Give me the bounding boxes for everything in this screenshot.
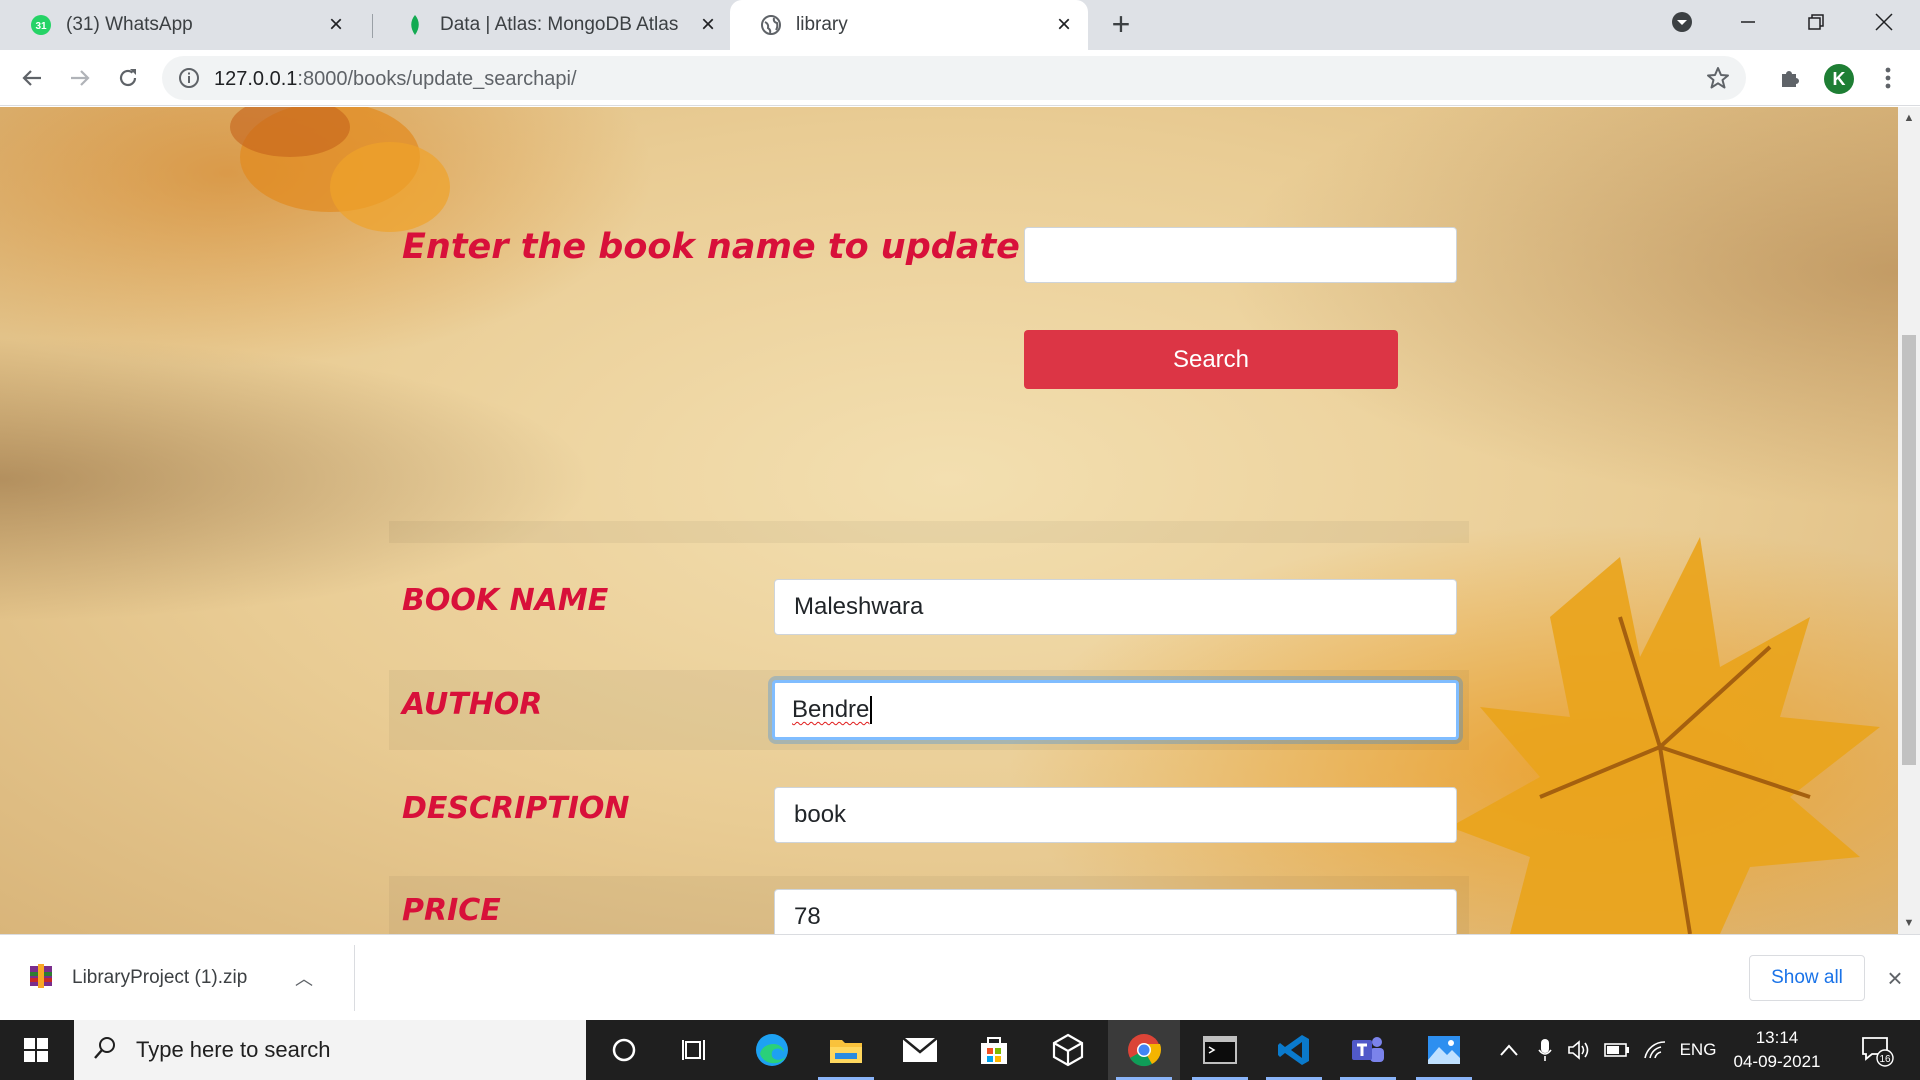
search-button[interactable]: Search	[1024, 330, 1398, 389]
tab-title: Data | Atlas: MongoDB Atlas	[440, 14, 679, 35]
download-separator	[354, 945, 355, 1011]
menu-kebab-icon[interactable]	[1870, 60, 1906, 96]
whatsapp-icon: 31	[30, 14, 52, 36]
close-window-icon[interactable]	[1854, 0, 1914, 44]
chrome-icon[interactable]	[1108, 1020, 1180, 1080]
description-input[interactable]: book	[774, 787, 1457, 843]
scrollbar-thumb[interactable]	[1902, 335, 1916, 765]
form-divider	[389, 521, 1469, 543]
taskbar-search-placeholder: Type here to search	[136, 1037, 331, 1062]
windows-taskbar: Type here to search ENG 13:14 04-09-2021…	[0, 1020, 1920, 1080]
tray-overflow-chevron-icon[interactable]	[1494, 1020, 1524, 1080]
browser-toolbar: 127.0.0.1:8000/books/update_searchapi/ K	[0, 50, 1920, 106]
volume-icon[interactable]	[1564, 1020, 1596, 1080]
windows-start-icon[interactable]	[0, 1020, 72, 1080]
vscode-icon[interactable]	[1258, 1020, 1330, 1080]
url-path: :8000/books/update_searchapi/	[297, 68, 577, 90]
price-input[interactable]: 78	[774, 889, 1457, 934]
taskbar-search-box[interactable]: Type here to search	[74, 1020, 586, 1080]
mongodb-leaf-icon	[404, 14, 426, 36]
edge-browser-icon[interactable]	[736, 1020, 808, 1080]
svg-text:31: 31	[35, 21, 47, 32]
tab-separator	[372, 14, 373, 38]
bookmark-star-icon[interactable]	[1706, 66, 1730, 95]
scroll-up-arrow-icon[interactable]: ▲	[1902, 111, 1916, 125]
description-label: DESCRIPTION	[402, 791, 630, 826]
forward-arrow-icon[interactable]	[62, 60, 98, 96]
chevron-up-icon[interactable]: ︿	[292, 965, 316, 991]
microsoft-store-icon[interactable]	[958, 1020, 1030, 1080]
close-download-shelf-icon[interactable]: ×	[1880, 963, 1910, 993]
book-name-input[interactable]: Maleshwara	[774, 579, 1457, 635]
page-viewport: Enter the book name to update Search BOO…	[0, 107, 1898, 934]
svg-text:16: 16	[1879, 1054, 1891, 1065]
url-host: 127.0.0.1	[214, 68, 298, 90]
photos-icon[interactable]	[1408, 1020, 1480, 1080]
clock-time: 13:14	[1755, 1028, 1799, 1047]
tab-strip: 31 (31) WhatsApp × Data | Atlas: MongoDB…	[0, 0, 1920, 50]
text-caret	[870, 696, 873, 724]
tab-close-icon[interactable]: ×	[1050, 11, 1078, 39]
minimize-icon[interactable]	[1718, 0, 1778, 44]
search-prompt-heading: Enter the book name to update	[402, 227, 1020, 267]
reload-icon[interactable]	[110, 60, 146, 96]
clock-date: 04-09-2021	[1733, 1052, 1821, 1071]
tab-whatsapp[interactable]: 31 (31) WhatsApp ×	[0, 0, 360, 50]
cube-app-icon[interactable]	[1032, 1020, 1104, 1080]
microphone-icon[interactable]	[1530, 1020, 1560, 1080]
book-name-search-input[interactable]	[1024, 227, 1457, 283]
file-explorer-icon[interactable]	[810, 1020, 882, 1080]
mail-icon[interactable]	[884, 1020, 956, 1080]
cortana-circle-icon[interactable]	[588, 1020, 660, 1080]
tab-search-icon[interactable]	[1652, 0, 1712, 44]
command-prompt-icon[interactable]	[1184, 1020, 1256, 1080]
site-info-icon[interactable]	[178, 67, 200, 94]
tab-title: library	[796, 14, 848, 35]
scroll-down-arrow-icon[interactable]: ▼	[1902, 916, 1916, 930]
download-shelf: LibraryProject (1).zip ︿ Show all ×	[0, 934, 1920, 1020]
system-clock[interactable]: 13:14 04-09-2021	[1722, 1026, 1832, 1074]
author-label: AUTHOR	[402, 687, 543, 722]
download-file-name: LibraryProject (1).zip	[72, 967, 248, 988]
tab-library[interactable]: library ×	[730, 0, 1088, 50]
tab-title: (31) WhatsApp	[66, 14, 193, 35]
back-arrow-icon[interactable]	[14, 60, 50, 96]
page-scrollbar[interactable]: ▲ ▼	[1898, 107, 1920, 934]
globe-icon	[760, 14, 782, 36]
author-value: Bendre	[792, 696, 870, 723]
task-view-icon[interactable]	[660, 1020, 732, 1080]
book-name-label: BOOK NAME	[402, 583, 609, 618]
author-input[interactable]: Bendre	[772, 680, 1459, 740]
tab-mongodb-atlas[interactable]: Data | Atlas: MongoDB Atlas ×	[374, 0, 732, 50]
extensions-puzzle-icon[interactable]	[1772, 60, 1808, 96]
address-bar[interactable]: 127.0.0.1:8000/books/update_searchapi/	[162, 56, 1746, 100]
winrar-archive-icon	[28, 963, 54, 994]
language-indicator[interactable]: ENG	[1676, 1020, 1720, 1080]
profile-avatar[interactable]: K	[1824, 64, 1854, 94]
teams-icon[interactable]	[1332, 1020, 1404, 1080]
wifi-icon[interactable]	[1638, 1020, 1672, 1080]
new-tab-button[interactable]: +	[1106, 8, 1136, 40]
price-label: PRICE	[402, 893, 501, 928]
notification-center-icon[interactable]: 16	[1852, 1020, 1902, 1080]
tab-close-icon[interactable]: ×	[322, 11, 350, 39]
download-item[interactable]: LibraryProject (1).zip ︿	[28, 955, 316, 1001]
restore-icon[interactable]	[1786, 0, 1846, 44]
tab-close-icon[interactable]: ×	[694, 11, 722, 39]
search-icon	[92, 1035, 118, 1066]
battery-icon[interactable]	[1600, 1020, 1634, 1080]
show-all-button[interactable]: Show all	[1749, 955, 1865, 1001]
url-text: 127.0.0.1:8000/books/update_searchapi/	[214, 68, 577, 91]
